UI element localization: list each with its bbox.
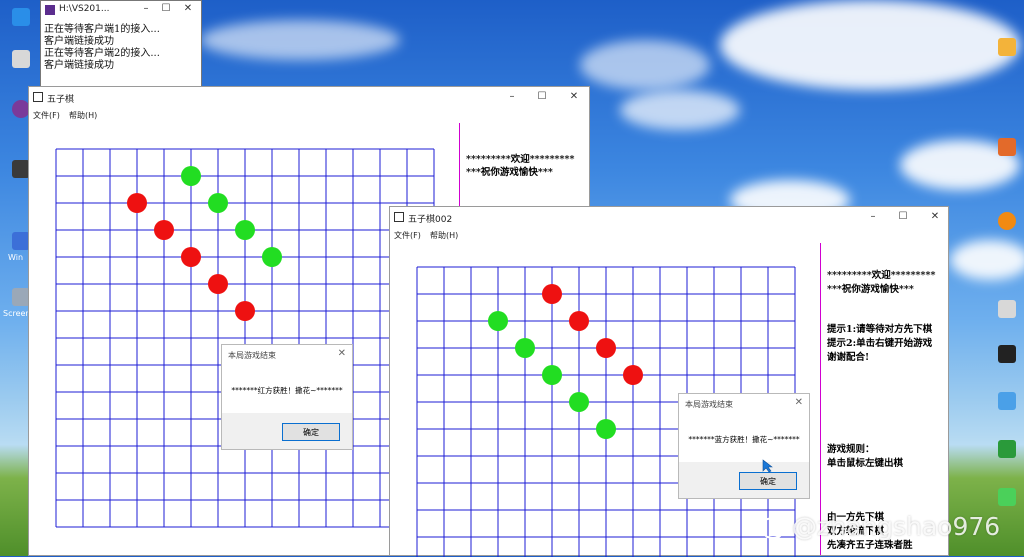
green-stone — [488, 311, 508, 331]
dialog-title: 本局游戏结束 — [228, 351, 276, 360]
window1-title: 五子棋 — [47, 95, 75, 105]
green-stone — [235, 220, 255, 240]
console-window[interactable]: H:\VS201... – ☐ ✕ 正在等待客户端1的接入... 客户端链接成功… — [40, 0, 202, 90]
red-stone — [127, 193, 147, 213]
ok-button[interactable]: 确定 — [739, 472, 797, 490]
red-stone — [542, 284, 562, 304]
desktop-icon-unity[interactable] — [998, 345, 1016, 363]
desktop-icon-r4[interactable] — [998, 300, 1016, 318]
minimize-icon[interactable]: – — [864, 210, 882, 224]
tip-line: 提示1:请等待对方先下棋 — [827, 324, 933, 335]
window2-client: *********欢迎********* ***祝你游戏愉快*** 提示1:请等… — [390, 243, 948, 557]
green-stone — [515, 338, 535, 358]
ok-button[interactable]: 确定 — [282, 423, 340, 441]
red-stone — [235, 301, 255, 321]
menu-help[interactable]: 帮助(H) — [69, 110, 97, 121]
desktop-label-screen: Screen — [3, 309, 31, 318]
desktop-icon-1[interactable] — [12, 8, 30, 26]
green-stone — [596, 419, 616, 439]
tip-line: 提示2:单击右键开始游戏 — [827, 338, 933, 349]
red-stone — [623, 365, 643, 385]
game-window-2[interactable]: 五子棋002 – ☐ ✕ 文件(F) 帮助(H) *********欢迎****… — [389, 206, 949, 557]
window1-titlebar[interactable]: 五子棋 – ☐ ✕ — [29, 87, 589, 109]
green-stone — [181, 166, 201, 186]
red-stone — [569, 311, 589, 331]
tip-line: 谢谢配合! — [827, 352, 870, 363]
game-over-dialog-2[interactable]: 本局游戏结束 ✕ *******蓝方获胜！撒花~******* 确定 — [678, 393, 810, 499]
board-app-icon — [394, 212, 404, 222]
console-titlebar[interactable]: H:\VS201... – ☐ ✕ — [41, 1, 201, 19]
game-over-dialog-1[interactable]: 本局游戏结束 ✕ *******红方获胜！撒花~******* 确定 — [221, 344, 353, 450]
rules-line: 游戏规则： — [827, 444, 875, 455]
red-stone — [208, 274, 228, 294]
window1-menubar: 文件(F) 帮助(H) — [29, 109, 589, 123]
maximize-icon[interactable]: ☐ — [157, 2, 175, 16]
desktop-icon-2[interactable] — [12, 50, 30, 68]
welcome-line: *********欢迎********* — [466, 154, 575, 165]
menu-file[interactable]: 文件(F) — [394, 230, 421, 241]
desktop-icon-r8[interactable] — [998, 488, 1016, 506]
console-app-icon — [45, 5, 55, 15]
red-stone — [181, 247, 201, 267]
window2-menubar: 文件(F) 帮助(H) — [390, 229, 948, 243]
dialog-message: *******蓝方获胜！撒花~******* — [688, 435, 800, 444]
desktop-icon-r3[interactable] — [998, 212, 1016, 230]
green-stone — [208, 193, 228, 213]
minimize-icon[interactable]: – — [137, 2, 155, 16]
close-icon[interactable]: ✕ — [179, 2, 197, 16]
green-stone — [542, 365, 562, 385]
board-app-icon — [33, 92, 43, 102]
console-line: 客户端链接成功 — [44, 60, 114, 71]
window2-titlebar[interactable]: 五子棋002 – ☐ ✕ — [390, 207, 948, 229]
green-stone — [569, 392, 589, 412]
watermark: @zhangshao976 — [792, 512, 1001, 541]
rules-line: 单击鼠标左键出棋 — [827, 458, 904, 469]
dialog-title: 本局游戏结束 — [685, 400, 733, 409]
close-icon[interactable]: ✕ — [926, 210, 944, 224]
mouse-cursor-icon — [762, 459, 773, 473]
green-stone — [262, 247, 282, 267]
welcome-line: *********欢迎********* — [827, 270, 936, 281]
welcome-line: ***祝你游戏愉快*** — [827, 284, 914, 295]
maximize-icon[interactable]: ☐ — [533, 90, 551, 104]
dialog-message: *******红方获胜！撒花~******* — [231, 386, 343, 395]
desktop-icon-r2[interactable] — [998, 138, 1016, 156]
console-title: H:\VS201... — [59, 4, 110, 14]
weibo-logo-icon — [760, 517, 786, 539]
desktop-label-win: Win — [8, 253, 24, 262]
board-1[interactable] — [29, 123, 449, 557]
close-icon[interactable]: ✕ — [565, 90, 583, 104]
red-stone — [596, 338, 616, 358]
desktop-icon-star[interactable] — [998, 38, 1016, 56]
menu-help[interactable]: 帮助(H) — [430, 230, 458, 241]
red-stone — [154, 220, 174, 240]
desktop-icon-r7[interactable] — [998, 440, 1016, 458]
menu-file[interactable]: 文件(F) — [33, 110, 60, 121]
close-icon[interactable]: ✕ — [338, 348, 346, 359]
desktop-icon-r6[interactable] — [998, 392, 1016, 410]
minimize-icon[interactable]: – — [503, 90, 521, 104]
close-icon[interactable]: ✕ — [795, 397, 803, 408]
maximize-icon[interactable]: ☐ — [894, 210, 912, 224]
welcome-line: ***祝你游戏愉快*** — [466, 167, 553, 178]
window2-title: 五子棋002 — [408, 215, 453, 225]
side-divider — [820, 243, 821, 555]
